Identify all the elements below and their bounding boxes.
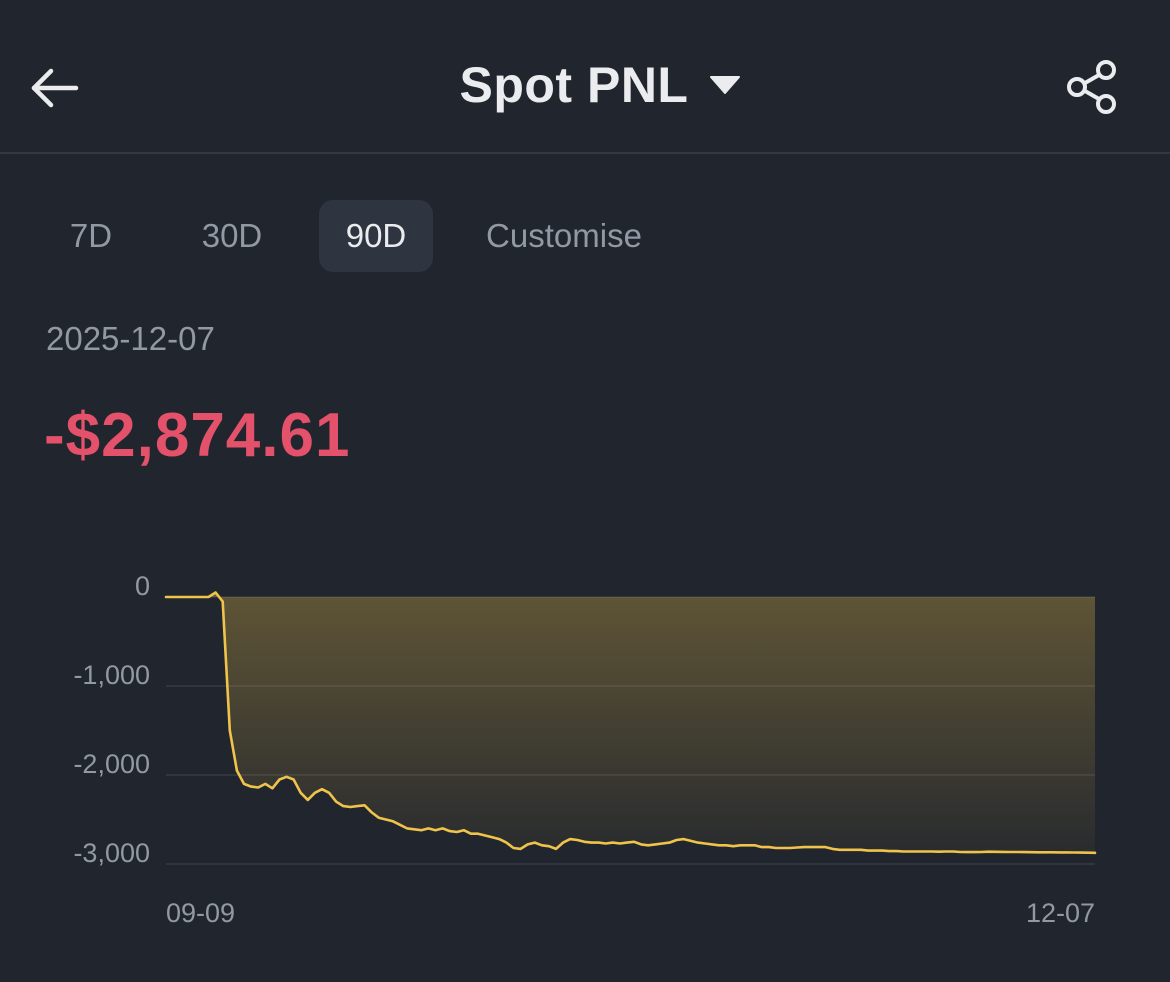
y-axis: 0 -1,000 -2,000 -3,000: [73, 571, 150, 868]
tab-7d[interactable]: 7D: [44, 200, 138, 272]
y-tick-label: -3,000: [73, 838, 150, 868]
period-tabs: 7D 30D 90D Customise: [44, 200, 659, 272]
caret-down-icon: [710, 76, 741, 94]
page-title: Spot PNL: [459, 57, 689, 113]
pnl-type-selector[interactable]: Spot PNL: [0, 56, 1170, 114]
y-tick-label: -1,000: [73, 660, 150, 690]
x-axis: 09-09 12-07: [166, 898, 1095, 928]
header: Spot PNL: [0, 0, 1170, 154]
share-button[interactable]: [1064, 58, 1122, 116]
x-tick-label: 12-07: [1026, 898, 1095, 928]
tab-90d[interactable]: 90D: [319, 200, 433, 272]
tab-customise[interactable]: Customise: [469, 200, 659, 272]
pnl-chart[interactable]: 0 -1,000 -2,000 -3,000 09-09 12-07: [0, 540, 1170, 960]
pnl-area-fill: [166, 592, 1095, 853]
selected-date: 2025-12-07: [46, 320, 215, 357]
x-tick-label: 09-09: [166, 898, 235, 928]
tab-30d[interactable]: 30D: [174, 200, 290, 272]
y-tick-label: -2,000: [73, 749, 150, 779]
share-icon: [1067, 60, 1116, 114]
y-tick-label: 0: [135, 571, 150, 601]
spot-pnl-screen: Spot PNL 7D 30D 90D Customise 2025-12-07…: [0, 0, 1170, 982]
pnl-value: -$2,874.61: [44, 401, 351, 470]
